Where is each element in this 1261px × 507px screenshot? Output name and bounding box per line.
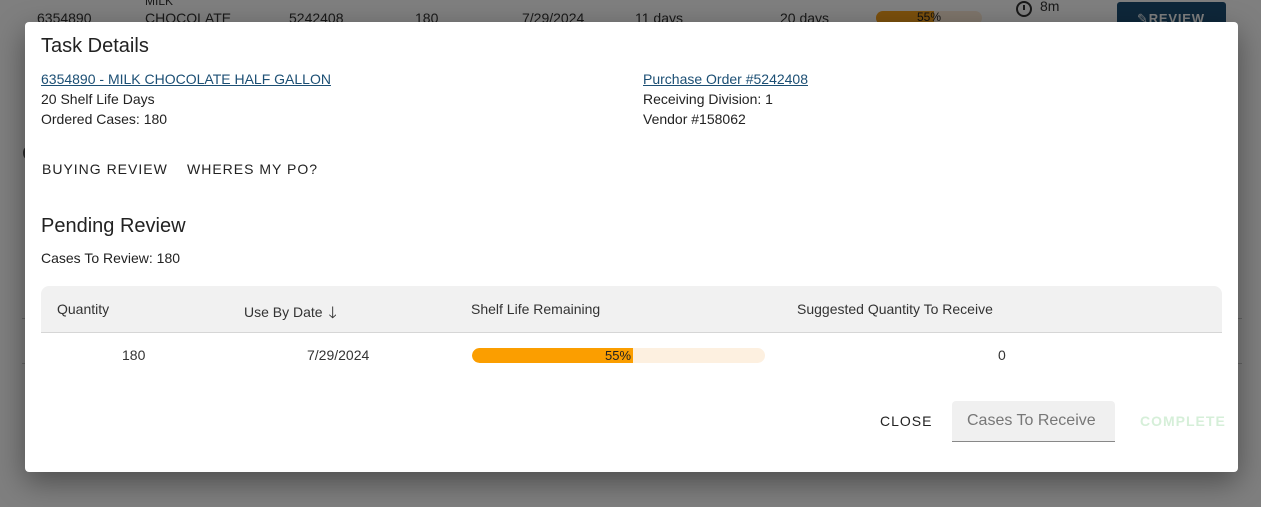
tab-wheres-my-po[interactable]: WHERES MY PO?: [187, 161, 318, 177]
cell-suggested-quantity: 0: [998, 347, 1006, 363]
task-details-dialog: Task Details 6354890 - MILK CHOCOLATE HA…: [25, 22, 1238, 472]
cell-quantity: 180: [122, 347, 146, 363]
close-button[interactable]: CLOSE: [880, 413, 932, 429]
column-header-use-by-date[interactable]: Use By Date 🡓: [244, 301, 337, 328]
tab-buying-review[interactable]: BUYING REVIEW: [42, 161, 168, 177]
review-table: Quantity Use By Date 🡓 Shelf Life Remain…: [41, 286, 1222, 377]
section-title: Pending Review: [41, 215, 186, 237]
dialog-title: Task Details: [41, 35, 149, 57]
item-link[interactable]: 6354890 - MILK CHOCOLATE HALF GALLON: [41, 69, 331, 89]
table-header: Quantity Use By Date 🡓 Shelf Life Remain…: [41, 286, 1222, 333]
ordered-cases: Ordered Cases: 180: [41, 111, 168, 127]
po-info: Purchase Order #5242408 Receiving Divisi…: [643, 69, 808, 129]
purchase-order-link[interactable]: Purchase Order #5242408: [643, 69, 808, 89]
table-row: 180 7/29/2024 55% 0: [41, 333, 1222, 377]
cases-to-review: Cases To Review: 180: [41, 250, 181, 266]
cases-to-receive-input[interactable]: [952, 401, 1115, 442]
item-info: 6354890 - MILK CHOCOLATE HALF GALLON 20 …: [41, 69, 331, 129]
column-header-shelf-life: Shelf Life Remaining: [471, 301, 601, 317]
cell-use-by-date: 7/29/2024: [307, 347, 370, 363]
receiving-division: Receiving Division: 1: [643, 91, 773, 107]
vendor-number: Vendor #158062: [643, 111, 746, 127]
arrow-down-icon[interactable]: 🡓: [328, 302, 336, 329]
shelf-life-progress-bar: 55%: [472, 348, 765, 363]
shelf-life-days: 20 Shelf Life Days: [41, 91, 155, 107]
column-header-suggested-quantity: Suggested Quantity To Receive: [797, 301, 993, 317]
complete-button[interactable]: COMPLETE: [1140, 413, 1226, 429]
shelf-life-percent: 55%: [605, 348, 632, 363]
column-header-quantity: Quantity: [57, 301, 110, 317]
column-header-use-by-date-label: Use By Date: [244, 304, 323, 320]
